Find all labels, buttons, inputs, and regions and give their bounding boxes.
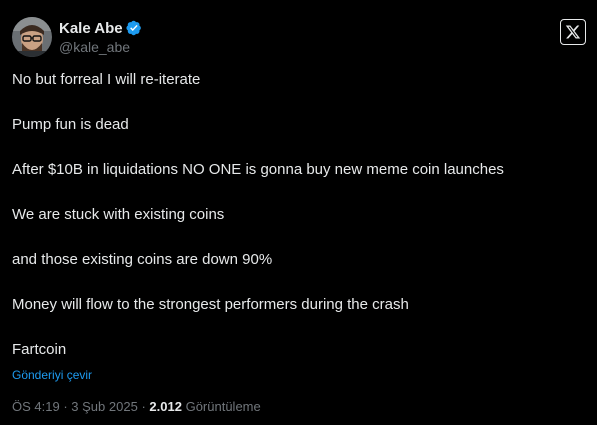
tweet-date[interactable]: 3 Şub 2025 — [71, 399, 138, 414]
author-names: Kale Abe @kale_abe — [59, 18, 142, 56]
meta-separator: · — [63, 399, 68, 414]
tweet-line: and those existing coins are down 90% — [12, 251, 273, 268]
tweet-time[interactable]: ÖS 4:19 — [12, 399, 60, 414]
avatar-image — [12, 17, 52, 57]
tweet-line: Fartcoin — [12, 341, 67, 358]
views-count: 2.012 — [149, 399, 182, 414]
tweet-line: Pump fun is dead — [12, 116, 129, 133]
views-label: Görüntüleme — [185, 399, 261, 414]
avatar[interactable] — [12, 17, 52, 57]
tweet-text: No but forreal I will re-iterate Pump fu… — [12, 70, 587, 385]
translate-post-link[interactable]: Gönderiyi çevir — [12, 367, 92, 383]
tweet-line: We are stuck with existing coins — [12, 206, 225, 223]
author-handle[interactable]: @kale_abe — [59, 38, 142, 56]
tweet-header: Kale Abe @kale_abe — [12, 17, 142, 57]
tweet-line: Money will flow to the strongest perform… — [12, 296, 409, 313]
tweet-line: After $10B in liquidations NO ONE is gon… — [12, 161, 504, 178]
author-display-name[interactable]: Kale Abe — [59, 20, 123, 37]
x-logo-icon[interactable] — [560, 19, 586, 45]
tweet-line: No but forreal I will re-iterate — [12, 71, 201, 88]
meta-separator: · — [141, 399, 146, 414]
verified-badge-icon — [126, 20, 142, 36]
name-row: Kale Abe — [59, 18, 142, 38]
tweet-meta: ÖS 4:19 · 3 Şub 2025 · 2.012 Görüntüleme — [12, 398, 261, 416]
